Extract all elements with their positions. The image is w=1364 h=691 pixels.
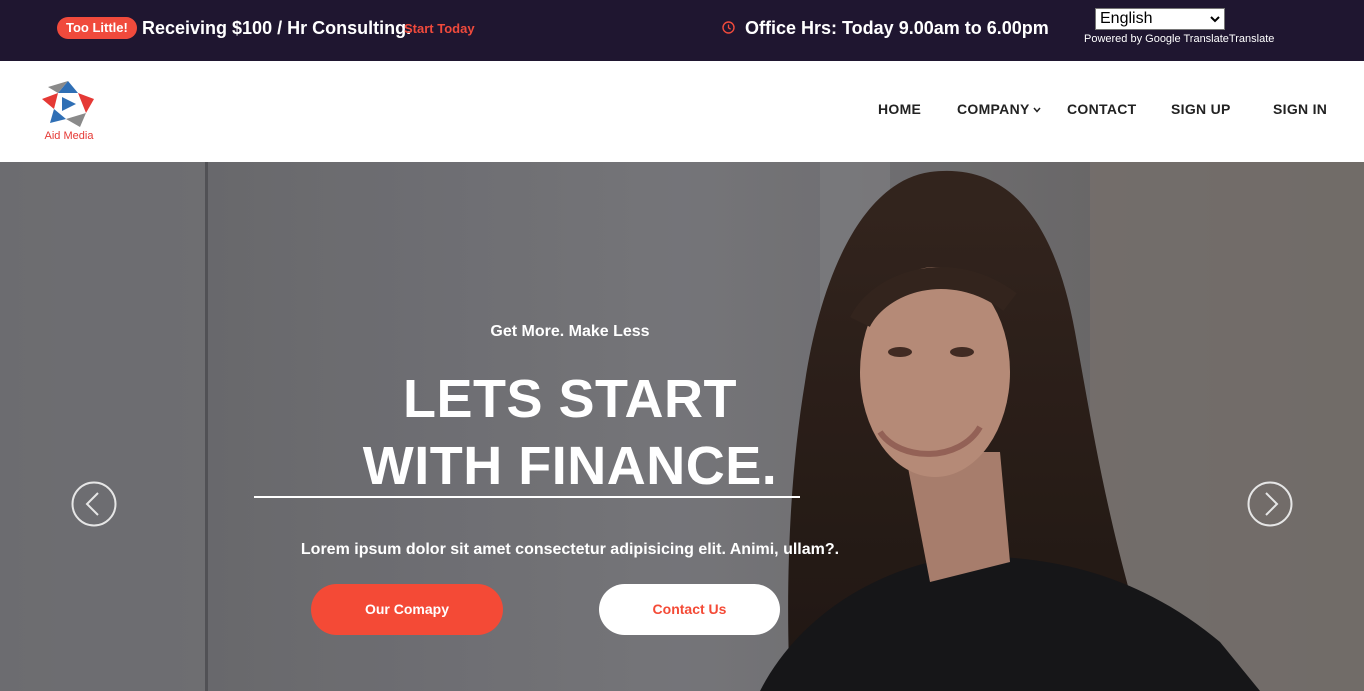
language-select[interactable]: English: [1095, 8, 1225, 30]
nav-company[interactable]: COMPANY: [957, 100, 1041, 118]
our-company-button[interactable]: Our Comapy: [311, 584, 503, 635]
powered-by-translate[interactable]: Powered by Google TranslateTranslate: [1084, 33, 1274, 46]
start-today-link[interactable]: Start Today: [404, 20, 475, 38]
promo-badge: Too Little!: [57, 17, 137, 39]
clock-icon: [722, 21, 735, 34]
nav-home[interactable]: HOME: [878, 100, 921, 118]
office-hours: Office Hrs: Today 9.00am to 6.00pm: [745, 18, 1049, 38]
top-bar: Too Little! Receiving $100 / Hr Consulti…: [0, 0, 1364, 61]
hero-divider: [254, 496, 800, 498]
hero-eyebrow: Get More. Make Less: [490, 323, 650, 340]
hero-headline: LETS START WITH FINANCE.: [0, 366, 1140, 500]
brand-logo[interactable]: Aid Media: [38, 79, 98, 143]
logo-mark-icon: [42, 81, 94, 127]
chevron-down-icon: [1033, 107, 1041, 113]
hero-headline-line-2: WITH FINANCE.: [362, 436, 778, 496]
hero-headline-line-1: LETS START: [403, 369, 737, 429]
chevron-down-icon: [1210, 16, 1220, 23]
slider-next-button[interactable]: [1247, 481, 1293, 527]
chevron-right-icon: [1265, 492, 1279, 516]
brand-name: Aid Media: [44, 130, 94, 142]
main-navbar: Aid Media HOME COMPANY CONTACT SIGN UP S…: [0, 61, 1364, 162]
nav-sign-up[interactable]: SIGN UP: [1171, 100, 1231, 118]
contact-us-button[interactable]: Contact Us: [599, 584, 780, 635]
language-select-value: English: [1100, 10, 1153, 27]
nav-contact[interactable]: CONTACT: [1067, 100, 1137, 118]
hero-lead-text: Lorem ipsum dolor sit amet consectetur a…: [300, 541, 840, 558]
nav-company-label: COMPANY: [957, 101, 1030, 117]
promo-text: Receiving $100 / Hr Consulting.: [142, 18, 412, 38]
nav-sign-in[interactable]: SIGN IN: [1273, 100, 1327, 118]
hero-slider: Get More. Make Less LETS START WITH FINA…: [0, 162, 1364, 691]
